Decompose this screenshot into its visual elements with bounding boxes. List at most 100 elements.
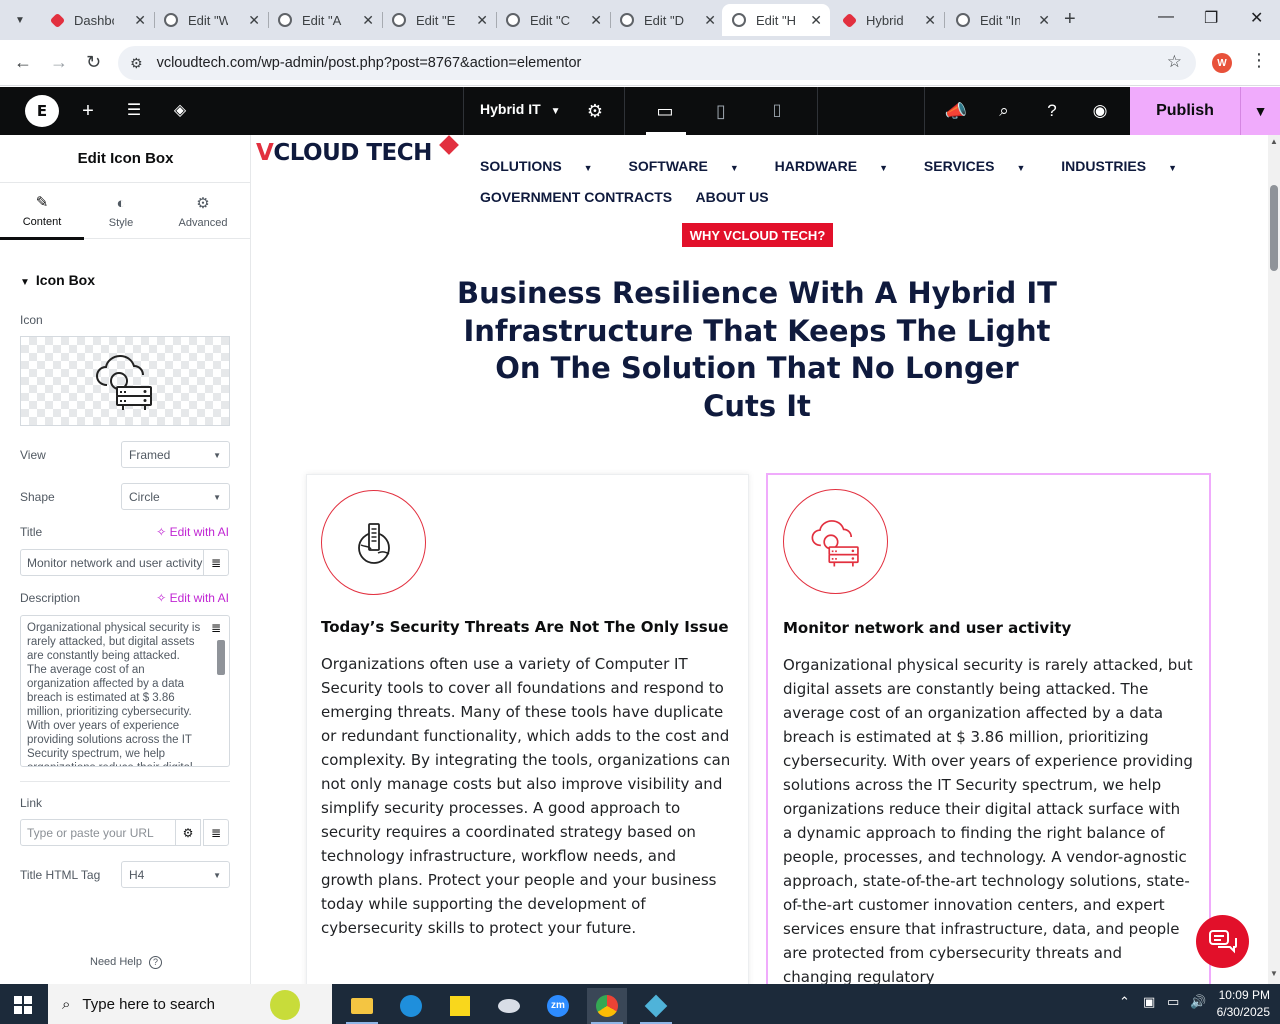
close-tab-icon[interactable]: ✕ [248,12,260,29]
page-selector[interactable]: Hybrid IT ▼ [480,101,560,117]
publish-button[interactable]: Publish [1130,87,1240,135]
browser-tab-active[interactable]: Edit "Hy ✕ [722,4,830,36]
browser-tab[interactable]: Edit "Inc ✕ [946,4,1058,36]
add-element-plus-icon[interactable]: + [76,99,100,123]
close-tab-icon[interactable]: ✕ [810,12,822,29]
close-tab-icon[interactable]: ✕ [362,12,374,29]
link-options-gear-icon[interactable]: ⚙ [175,819,201,846]
menu-item-software[interactable]: SOFTWARE ▼ [628,158,754,174]
shape-select[interactable]: Circle ▼ [121,483,230,510]
new-tab-plus-icon[interactable]: + [1064,8,1076,30]
windows-start-icon[interactable] [14,996,32,1014]
icon-box-card-selected[interactable]: Monitor network and user activity Organi… [766,473,1211,984]
main-menu-row-2: GOVERNMENT CONTRACTS ABOUT US [480,189,785,205]
tab-advanced[interactable]: ⚙ Advanced [161,183,245,240]
link-url-input[interactable]: Type or paste your URL [20,819,176,846]
close-tab-icon[interactable]: ✕ [476,12,488,29]
view-select[interactable]: Framed ▼ [121,441,230,468]
zoom-app-icon[interactable]: zm [538,988,578,1024]
minimize-icon[interactable]: — [1158,8,1174,26]
menu-item-hardware[interactable]: HARDWARE ▼ [775,158,904,174]
forward-arrow-icon[interactable]: → [50,52,68,73]
close-tab-icon[interactable]: ✕ [590,12,602,29]
close-tab-icon[interactable]: ✕ [704,12,716,29]
section-toggle-icon-box[interactable]: ▼ Icon Box [20,272,95,288]
reload-icon[interactable]: ↻ [86,52,101,73]
app-diamond-icon[interactable] [636,988,676,1024]
desktop-device-icon[interactable]: ▭ [653,99,677,123]
title-html-tag-select[interactable]: H4 ▼ [121,861,230,888]
browser-tab[interactable]: Edit "Cy ✕ [496,4,610,36]
notifications-megaphone-icon[interactable]: 📣 [944,99,968,123]
publish-options-chevron-icon[interactable]: ▼ [1240,87,1280,135]
site-logo[interactable]: VCLOUD TECH [256,135,459,166]
address-bar[interactable]: ⚙ vcloudtech.com/wp-admin/post.php?post=… [118,46,1196,80]
icon-box-card[interactable]: Today’s Security Threats Are Not The Onl… [306,474,749,984]
icon-picker-preview[interactable] [20,336,230,426]
sticky-notes-icon[interactable] [440,988,480,1024]
edge-browser-icon[interactable] [391,988,431,1024]
system-clock[interactable]: 10:09 PM 6/30/2025 [1212,987,1270,1021]
browser-tab[interactable]: Edit "Ap ✕ [268,4,382,36]
title-input[interactable]: Monitor network and user activity [20,549,204,576]
profile-avatar[interactable]: W [1212,53,1232,73]
back-arrow-icon[interactable]: ← [14,52,32,73]
need-help-link[interactable]: Need Help ? [90,956,163,969]
bookmark-star-icon[interactable]: ☆ [1167,52,1182,72]
canvas-scrollbar[interactable]: ▲ ▼ [1268,135,1280,984]
browser-tab[interactable]: Edit "De ✕ [610,4,724,36]
menu-item-services[interactable]: SERVICES ▼ [924,158,1041,174]
description-textarea[interactable]: Organizational physical security is rare… [20,615,230,767]
close-tab-icon[interactable]: ✕ [134,12,146,29]
chrome-browser-icon[interactable] [587,988,627,1024]
chat-bubble-button[interactable] [1196,915,1249,968]
scrollbar-thumb[interactable] [1270,185,1278,271]
help-question-icon[interactable]: ? [1040,99,1064,123]
why-vcloud-tech-button[interactable]: WHY VCLOUD TECH? [682,223,833,247]
edit-with-ai-description-link[interactable]: ✧ Edit with AI [156,591,229,605]
tab-label: Advanced [178,217,228,229]
menu-item-solutions[interactable]: SOLUTIONS ▼ [480,158,609,174]
site-settings-sliders-icon[interactable]: ☰ [122,99,146,123]
volume-icon[interactable]: 🔊 [1190,994,1206,1010]
dynamic-tags-stack-icon[interactable]: ≣ [203,549,229,576]
preview-eye-icon[interactable]: ◉ [1088,99,1112,123]
textarea-scrollbar[interactable] [217,640,225,675]
structure-layers-icon[interactable]: ◈ [168,99,192,123]
pencil-icon: ✎ [35,193,49,211]
browser-tab[interactable]: Edit "Wo ✕ [154,4,268,36]
browser-menu-icon[interactable]: ⋮ [1250,50,1268,71]
menu-item-about-us[interactable]: ABOUT US [696,189,769,205]
close-window-icon[interactable]: ✕ [1250,8,1263,28]
dynamic-tags-stack-icon[interactable]: ≣ [204,617,228,639]
close-tab-icon[interactable]: ✕ [924,12,936,29]
edit-with-ai-title-link[interactable]: ✧ Edit with AI [156,525,229,539]
security-tray-icon[interactable]: ▣ [1143,994,1155,1010]
hero-heading: Business Resilience With A Hybrid IT Inf… [457,276,1057,423]
show-hidden-icons-chevron-icon[interactable]: ⌃ [1119,994,1130,1010]
network-icon[interactable]: ▭ [1167,994,1179,1010]
site-info-tune-icon[interactable]: ⚙ [130,55,143,72]
tablet-device-icon[interactable]: ▯ [709,99,733,123]
menu-item-government-contracts[interactable]: GOVERNMENT CONTRACTS [480,189,672,205]
mobile-device-icon[interactable]: ▯ [765,99,789,123]
snipping-tool-icon[interactable] [489,988,529,1024]
browser-tab[interactable]: Dashboard ✕ [40,4,154,36]
dynamic-tags-stack-icon[interactable]: ≣ [203,819,229,846]
browser-tab[interactable]: Hybrid I ✕ [832,4,944,36]
scroll-up-arrow-icon[interactable]: ▲ [1270,137,1278,146]
taskbar-search-box[interactable]: ⌕ Type here to search [48,984,332,1024]
elementor-logo-icon[interactable]: E [25,95,59,127]
menu-item-industries[interactable]: INDUSTRIES ▼ [1061,158,1193,174]
tab-search-chevron-icon[interactable]: ▼ [8,8,32,32]
search-icon[interactable]: ⌕ [992,99,1016,123]
url-text[interactable]: vcloudtech.com/wp-admin/post.php?post=87… [157,55,582,71]
restore-window-icon[interactable]: ❐ [1204,8,1218,28]
close-tab-icon[interactable]: ✕ [1038,12,1050,29]
page-settings-gear-icon[interactable]: ⚙ [583,99,607,123]
tab-content[interactable]: ✎ Content [0,183,84,240]
tab-style[interactable]: ◐ Style [79,183,163,240]
scroll-down-arrow-icon[interactable]: ▼ [1270,969,1278,978]
file-explorer-icon[interactable] [342,988,382,1024]
browser-tab[interactable]: Edit "Ele ✕ [382,4,496,36]
